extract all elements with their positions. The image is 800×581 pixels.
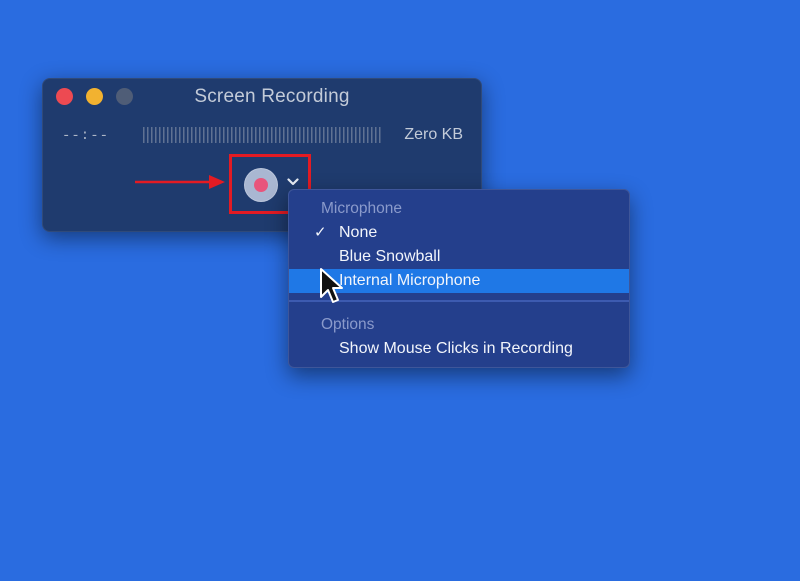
window-title: Screen Recording	[194, 86, 350, 107]
menu-item-blue-snowball[interactable]: Blue Snowball	[289, 245, 629, 269]
menu-item-label: Blue Snowball	[339, 248, 441, 265]
microphone-section-header: Microphone	[321, 200, 402, 217]
mouse-pointer-icon	[320, 268, 343, 303]
file-size-label: Zero KB	[404, 126, 463, 143]
checkmark-icon: ✓	[314, 224, 327, 241]
red-arrow-annotation-icon	[135, 175, 225, 189]
menu-item-label: Internal Microphone	[339, 272, 481, 289]
record-button[interactable]	[244, 168, 278, 202]
record-circle-icon	[254, 178, 268, 192]
elapsed-time: --:--	[62, 128, 110, 144]
menu-item-label: None	[339, 224, 378, 241]
menu-item-none[interactable]: ✓ None	[289, 221, 629, 245]
menu-item-show-mouse-clicks[interactable]: Show Mouse Clicks in Recording	[289, 337, 629, 361]
menu-item-label: Show Mouse Clicks in Recording	[339, 340, 573, 357]
options-section-header: Options	[321, 316, 375, 333]
audio-level-meter	[143, 127, 381, 143]
chevron-down-icon-svg	[287, 178, 299, 186]
